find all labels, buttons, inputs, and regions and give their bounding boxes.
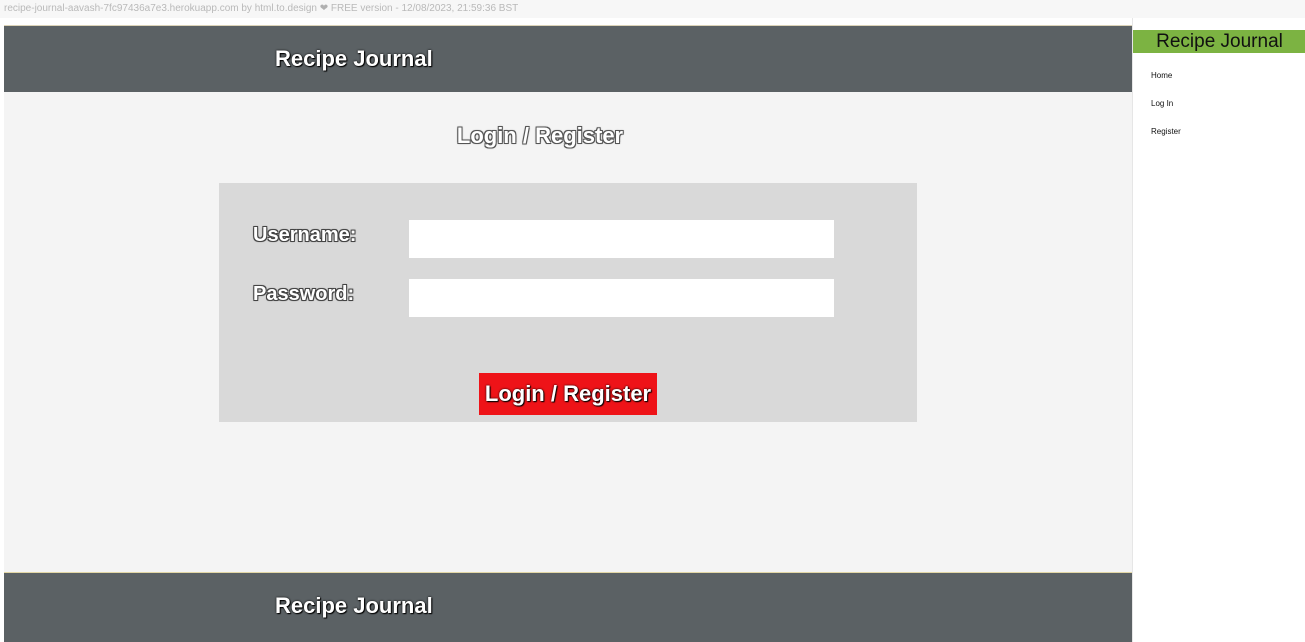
capture-version-text: FREE version - 12/08/2023, 21:59:36 BST — [330, 3, 519, 14]
sidebar-item-login[interactable]: Log In — [1151, 99, 1173, 108]
login-register-button[interactable]: Login / Register — [479, 373, 657, 415]
capture-info-bar: recipe-journal-aavash-7fc97436a7e3.herok… — [0, 0, 1305, 18]
page-heading: Login / Register — [456, 123, 624, 148]
site-footer: Recipe Journal — [4, 572, 1132, 642]
footer-title: Recipe Journal — [275, 593, 433, 618]
sidebar-title: Recipe Journal — [1133, 30, 1305, 53]
sidebar-item-register[interactable]: Register — [1151, 127, 1181, 136]
main-content: Recipe Journal Login / Register Username… — [4, 25, 1132, 642]
password-input[interactable] — [409, 279, 834, 317]
username-label: Username: — [253, 224, 357, 246]
login-form: Username: Password: Login / Register — [219, 183, 917, 422]
sidebar: Recipe Journal Home Log In Register — [1132, 18, 1305, 642]
sidebar-item-home[interactable]: Home — [1151, 71, 1172, 80]
heart-icon: ❤ — [319, 3, 329, 14]
site-header: Recipe Journal — [4, 25, 1132, 92]
password-label: Password: — [253, 283, 355, 305]
capture-source-text: recipe-journal-aavash-7fc97436a7e3.herok… — [4, 3, 317, 14]
username-input[interactable] — [409, 220, 834, 258]
header-title: Recipe Journal — [275, 46, 433, 71]
